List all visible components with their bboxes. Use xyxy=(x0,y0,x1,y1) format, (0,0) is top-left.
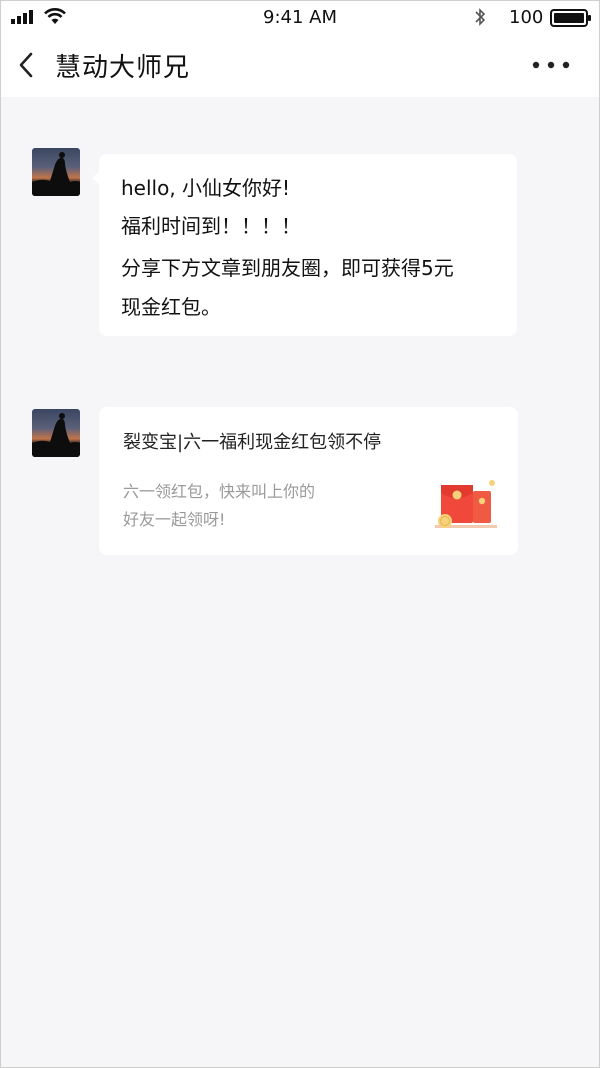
silhouette-image xyxy=(32,152,80,196)
link-card-message[interactable]: 裂变宝|六一福利现金红包领不停 六一领红包，快来叫上你的 好友一起领呀! xyxy=(99,407,518,555)
card-title: 裂变宝|六一福利现金红包领不停 xyxy=(123,432,382,453)
message-line: hello, 小仙女你好! xyxy=(121,176,291,200)
bluetooth-icon xyxy=(475,8,486,26)
card-description: 六一领红包，快来叫上你的 xyxy=(123,482,316,501)
status-bar: 9:41 AM 100 xyxy=(1,1,599,35)
battery-label: 100 xyxy=(509,7,544,28)
text-message-bubble[interactable]: hello, 小仙女你好! 福利时间到！！！！ 分享下方文章到朋友圈，即可获得5… xyxy=(92,154,517,336)
red-envelope-icon xyxy=(435,480,497,528)
silhouette-image xyxy=(32,413,80,457)
avatar[interactable] xyxy=(32,148,80,196)
chevron-left-icon[interactable] xyxy=(15,51,39,79)
avatar[interactable] xyxy=(32,409,80,457)
message-line: 福利时间到！！！！ xyxy=(121,214,301,238)
chat-title: 慧动大师兄 xyxy=(55,53,191,83)
chat-screen: 9:41 AM 100 慧动大师兄 hello, 小仙女你好! 福利时间到！！！… xyxy=(0,0,600,1068)
nav-bar: 慧动大师兄 xyxy=(1,35,599,97)
message-line: 分享下方文章到朋友圈，即可获得5元 xyxy=(121,256,454,280)
card-description: 好友一起领呀! xyxy=(123,510,226,529)
more-icon[interactable] xyxy=(531,59,571,71)
bubble-tail xyxy=(92,171,100,185)
battery-icon xyxy=(550,9,591,27)
message-line: 现金红包。 xyxy=(121,295,221,319)
